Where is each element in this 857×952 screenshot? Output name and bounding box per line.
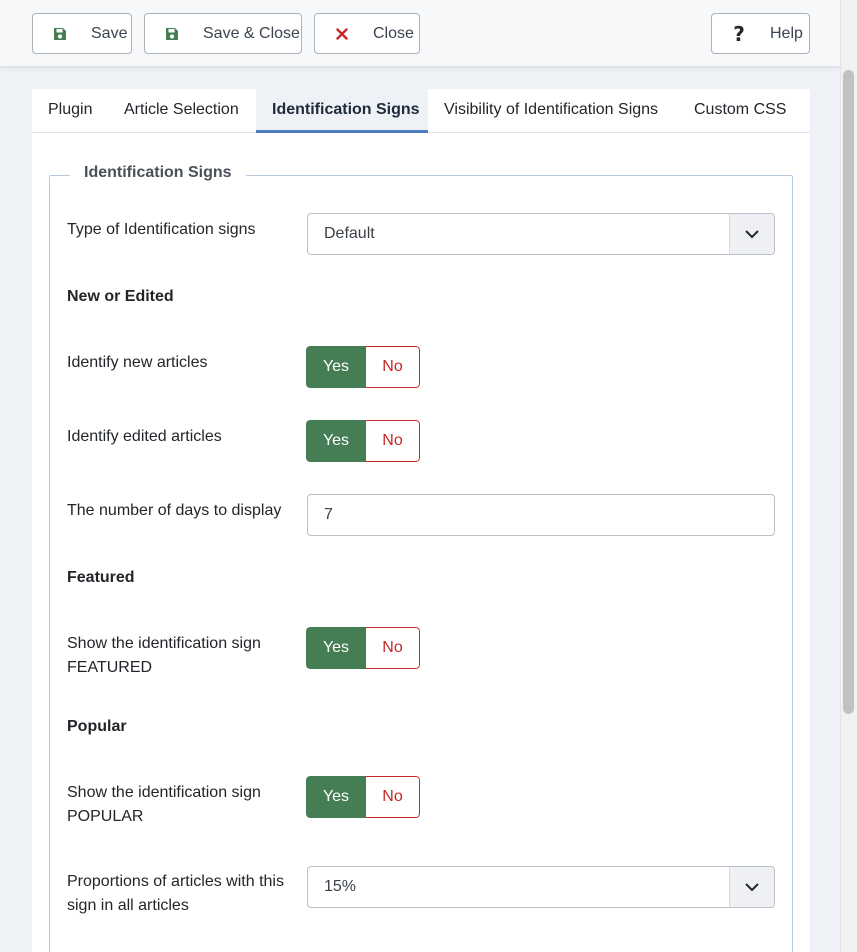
- popular-label: Show the identification sign POPULAR: [67, 781, 261, 829]
- featured-yes[interactable]: Yes: [306, 627, 366, 669]
- question-icon: ?: [733, 21, 745, 46]
- featured-label-line1: Show the identification sign: [67, 635, 261, 652]
- help-button[interactable]: ? Help: [711, 13, 810, 54]
- proportion-select-value: 15%: [324, 878, 357, 895]
- identify-edited-no[interactable]: No: [366, 420, 420, 462]
- identify-new-label: Identify new articles: [67, 354, 208, 371]
- featured-no[interactable]: No: [366, 627, 420, 669]
- tab-custom-css[interactable]: Custom CSS: [678, 89, 802, 133]
- popular-no[interactable]: No: [366, 776, 420, 818]
- tab-article-selection[interactable]: Article Selection: [108, 89, 255, 133]
- section-featured: Featured: [67, 569, 135, 586]
- type-select[interactable]: Default: [307, 213, 775, 255]
- help-label: Help: [770, 24, 803, 42]
- days-input[interactable]: 7: [307, 494, 775, 536]
- proportion-label: Proportions of articles with this sign i…: [67, 870, 284, 918]
- identify-edited-yes[interactable]: Yes: [306, 420, 366, 462]
- type-label: Type of Identification signs: [67, 221, 256, 238]
- popular-label-line2: POPULAR: [67, 808, 144, 825]
- proportion-select[interactable]: 15%: [307, 866, 775, 908]
- save-icon: [51, 25, 69, 43]
- close-button[interactable]: Close: [314, 13, 420, 54]
- days-label: The number of days to display: [67, 502, 282, 519]
- tab-plugin[interactable]: Plugin: [32, 89, 108, 133]
- popular-label-line1: Show the identification sign: [67, 784, 261, 801]
- identify-new-yes[interactable]: Yes: [306, 346, 366, 388]
- save-close-label: Save & Close: [203, 24, 300, 42]
- save-label: Save: [91, 24, 128, 42]
- proportion-label-line1: Proportions of articles with this: [67, 873, 284, 890]
- popular-toggle: Yes No: [306, 776, 420, 818]
- featured-toggle: Yes No: [306, 627, 420, 669]
- type-select-value: Default: [324, 225, 375, 242]
- identify-new-no[interactable]: No: [366, 346, 420, 388]
- proportion-label-line2: sign in all articles: [67, 897, 189, 914]
- scrollbar-thumb[interactable]: [843, 70, 854, 714]
- save-icon: [163, 25, 181, 43]
- section-popular: Popular: [67, 718, 127, 735]
- popular-yes[interactable]: Yes: [306, 776, 366, 818]
- featured-label-line2: FEATURED: [67, 659, 153, 676]
- save-close-button[interactable]: Save & Close: [144, 13, 302, 54]
- tab-visibility-of-identification-signs[interactable]: Visibility of Identification Signs: [428, 89, 674, 133]
- tab-identification-signs[interactable]: Identification Signs: [256, 89, 428, 133]
- fieldset-legend: Identification Signs: [70, 164, 246, 182]
- identify-new-toggle: Yes No: [306, 346, 420, 388]
- identify-edited-label: Identify edited articles: [67, 428, 222, 445]
- close-label: Close: [373, 24, 414, 42]
- featured-label: Show the identification sign FEATURED: [67, 632, 261, 680]
- identify-edited-toggle: Yes No: [306, 420, 420, 462]
- tab-bar: Plugin Article Selection Identification …: [32, 89, 810, 133]
- save-button[interactable]: Save: [32, 13, 132, 54]
- toolbar: Save Save & Close Close ? Help: [0, 0, 840, 67]
- chevron-down-icon: [729, 214, 774, 254]
- close-icon: [333, 25, 351, 43]
- settings-card: Plugin Article Selection Identification …: [32, 89, 810, 952]
- scrollbar[interactable]: [840, 0, 857, 952]
- chevron-down-icon: [729, 867, 774, 907]
- section-new-or-edited: New or Edited: [67, 288, 174, 305]
